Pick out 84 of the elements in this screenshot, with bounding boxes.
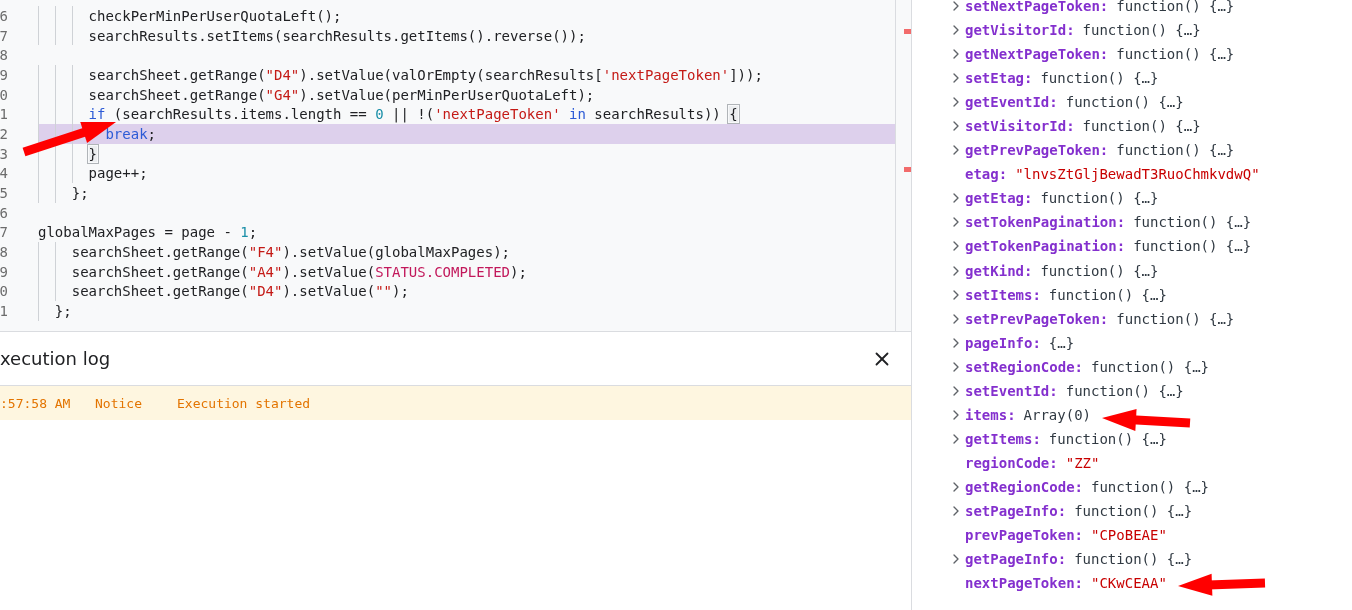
property-key: nextPageToken: <box>965 575 1083 592</box>
code-line: searchSheet.getRange("F4").setValue(globalMaxPages); <box>38 242 895 262</box>
property-key: getEtag: <box>965 190 1033 207</box>
property-value: function() {…} <box>1074 503 1193 519</box>
property-key: setRegionCode: <box>965 358 1083 375</box>
line-number: 8 <box>0 47 9 64</box>
property-value: "lnvsZtGljBewadT3RuoChmkvdwQ" <box>1015 166 1260 183</box>
property-key: setTokenPagination: <box>965 214 1126 231</box>
property-key: regionCode: <box>965 454 1058 471</box>
property-value: function() {…} <box>1091 478 1210 495</box>
property-value: function() {…} <box>1091 358 1210 375</box>
property-key: setPrevPageToken: <box>965 310 1109 327</box>
code-line: }; <box>38 301 895 321</box>
property-key: etag: <box>965 166 1008 183</box>
property-value: function() {…} <box>1116 46 1235 63</box>
line-number: 7 <box>0 27 9 44</box>
code-line: }; <box>38 183 895 203</box>
property-value: function() {…} <box>1065 382 1184 399</box>
property-key: setVisitorId: <box>965 118 1075 135</box>
property-key: getItems: <box>965 430 1041 447</box>
property-value: "CKwCEAA" <box>1091 575 1167 592</box>
log-level: Notice <box>95 395 143 411</box>
property-value: function() {…} <box>1048 430 1167 447</box>
line-number: 9 <box>0 66 9 83</box>
log-time: :57:58 AM <box>0 395 72 411</box>
line-number: 6 <box>0 7 9 24</box>
property-value: function() {…} <box>1040 70 1159 87</box>
code-line: searchSheet.getRange("D4").setValue(valOrEmpty(searchResults['nextPageToken'])); <box>38 65 895 85</box>
code-line: searchSheet.getRange("D4").setValue(""); <box>38 281 895 302</box>
line-number: 9 <box>0 263 9 280</box>
property-key: getKind: <box>965 262 1033 279</box>
line-number: 3 <box>0 145 9 162</box>
property-key: getPageInfo: <box>965 551 1067 568</box>
property-value: function() {…} <box>1082 22 1201 39</box>
property-key: setNextPageToken: <box>965 0 1109 14</box>
property-key: getTokenPagination: <box>965 238 1126 255</box>
property-value: function() {…} <box>1065 94 1184 111</box>
property-key: setItems: <box>965 286 1041 303</box>
property-value: function() {…} <box>1133 214 1252 231</box>
line-number: 2 <box>0 125 9 142</box>
property-key: getRegionCode: <box>965 478 1083 495</box>
code-line: searchSheet.getRange("G4").setValue(perMinPerUserQuotaLeft); <box>38 84 895 105</box>
line-number: 8 <box>0 244 9 261</box>
property-key: getPrevPageToken: <box>965 142 1109 159</box>
property-value: "ZZ" <box>1065 454 1100 471</box>
line-number: 0 <box>0 283 9 300</box>
property-value: "CPoBEAE" <box>1091 527 1167 544</box>
property-key: pageInfo: <box>965 334 1041 351</box>
line-number: 0 <box>0 86 9 103</box>
property-value: function() {…} <box>1116 142 1235 159</box>
panel-title: xecution log <box>0 348 111 369</box>
property-value: function() {…} <box>1074 551 1193 568</box>
property-key: setEventId: <box>965 382 1058 399</box>
property-value: {…} <box>1048 334 1075 351</box>
property-key: prevPageToken: <box>965 527 1083 544</box>
property-value: function() {…} <box>1116 0 1235 14</box>
code-line: searchSheet.getRange("A4").setValue(STATUS.COMPLETED); <box>38 261 895 282</box>
line-number: 5 <box>0 185 9 202</box>
line-number: 1 <box>0 303 9 320</box>
property-value: function() {…} <box>1133 238 1252 255</box>
property-value: function() {…} <box>1082 118 1201 135</box>
property-value: function() {…} <box>1040 262 1159 279</box>
code-line: checkPerMinPerUserQuotaLeft(); <box>38 6 895 26</box>
line-number: 6 <box>0 204 9 221</box>
error-marker <box>904 29 911 34</box>
property-key: getEventId: <box>965 94 1058 111</box>
code-line: globalMaxPages = page - 1; <box>38 223 259 243</box>
property-key: setPageInfo: <box>965 503 1067 519</box>
log-message: Execution started <box>177 395 312 411</box>
property-key: getNextPageToken: <box>965 46 1109 63</box>
code-line: if (searchResults.items.length == 0 || !('nextPageToken' in searchResults)) { <box>38 104 895 125</box>
property-key: getVisitorId: <box>965 22 1075 39</box>
line-number: 7 <box>0 224 9 241</box>
property-value: function() {…} <box>1040 190 1159 207</box>
property-key: setEtag: <box>965 70 1033 87</box>
code-line: searchResults.setItems(searchResults.getItems().reverse()); <box>38 25 895 46</box>
line-number: 4 <box>0 165 9 182</box>
property-value: function() {…} <box>1116 310 1235 327</box>
code-line: page++; <box>38 163 895 184</box>
line-number: 1 <box>0 106 9 123</box>
property-value: Array(0) <box>1023 406 1091 423</box>
error-marker <box>904 167 911 172</box>
property-key: items: <box>965 406 1016 423</box>
property-value: function() {…} <box>1048 286 1167 303</box>
